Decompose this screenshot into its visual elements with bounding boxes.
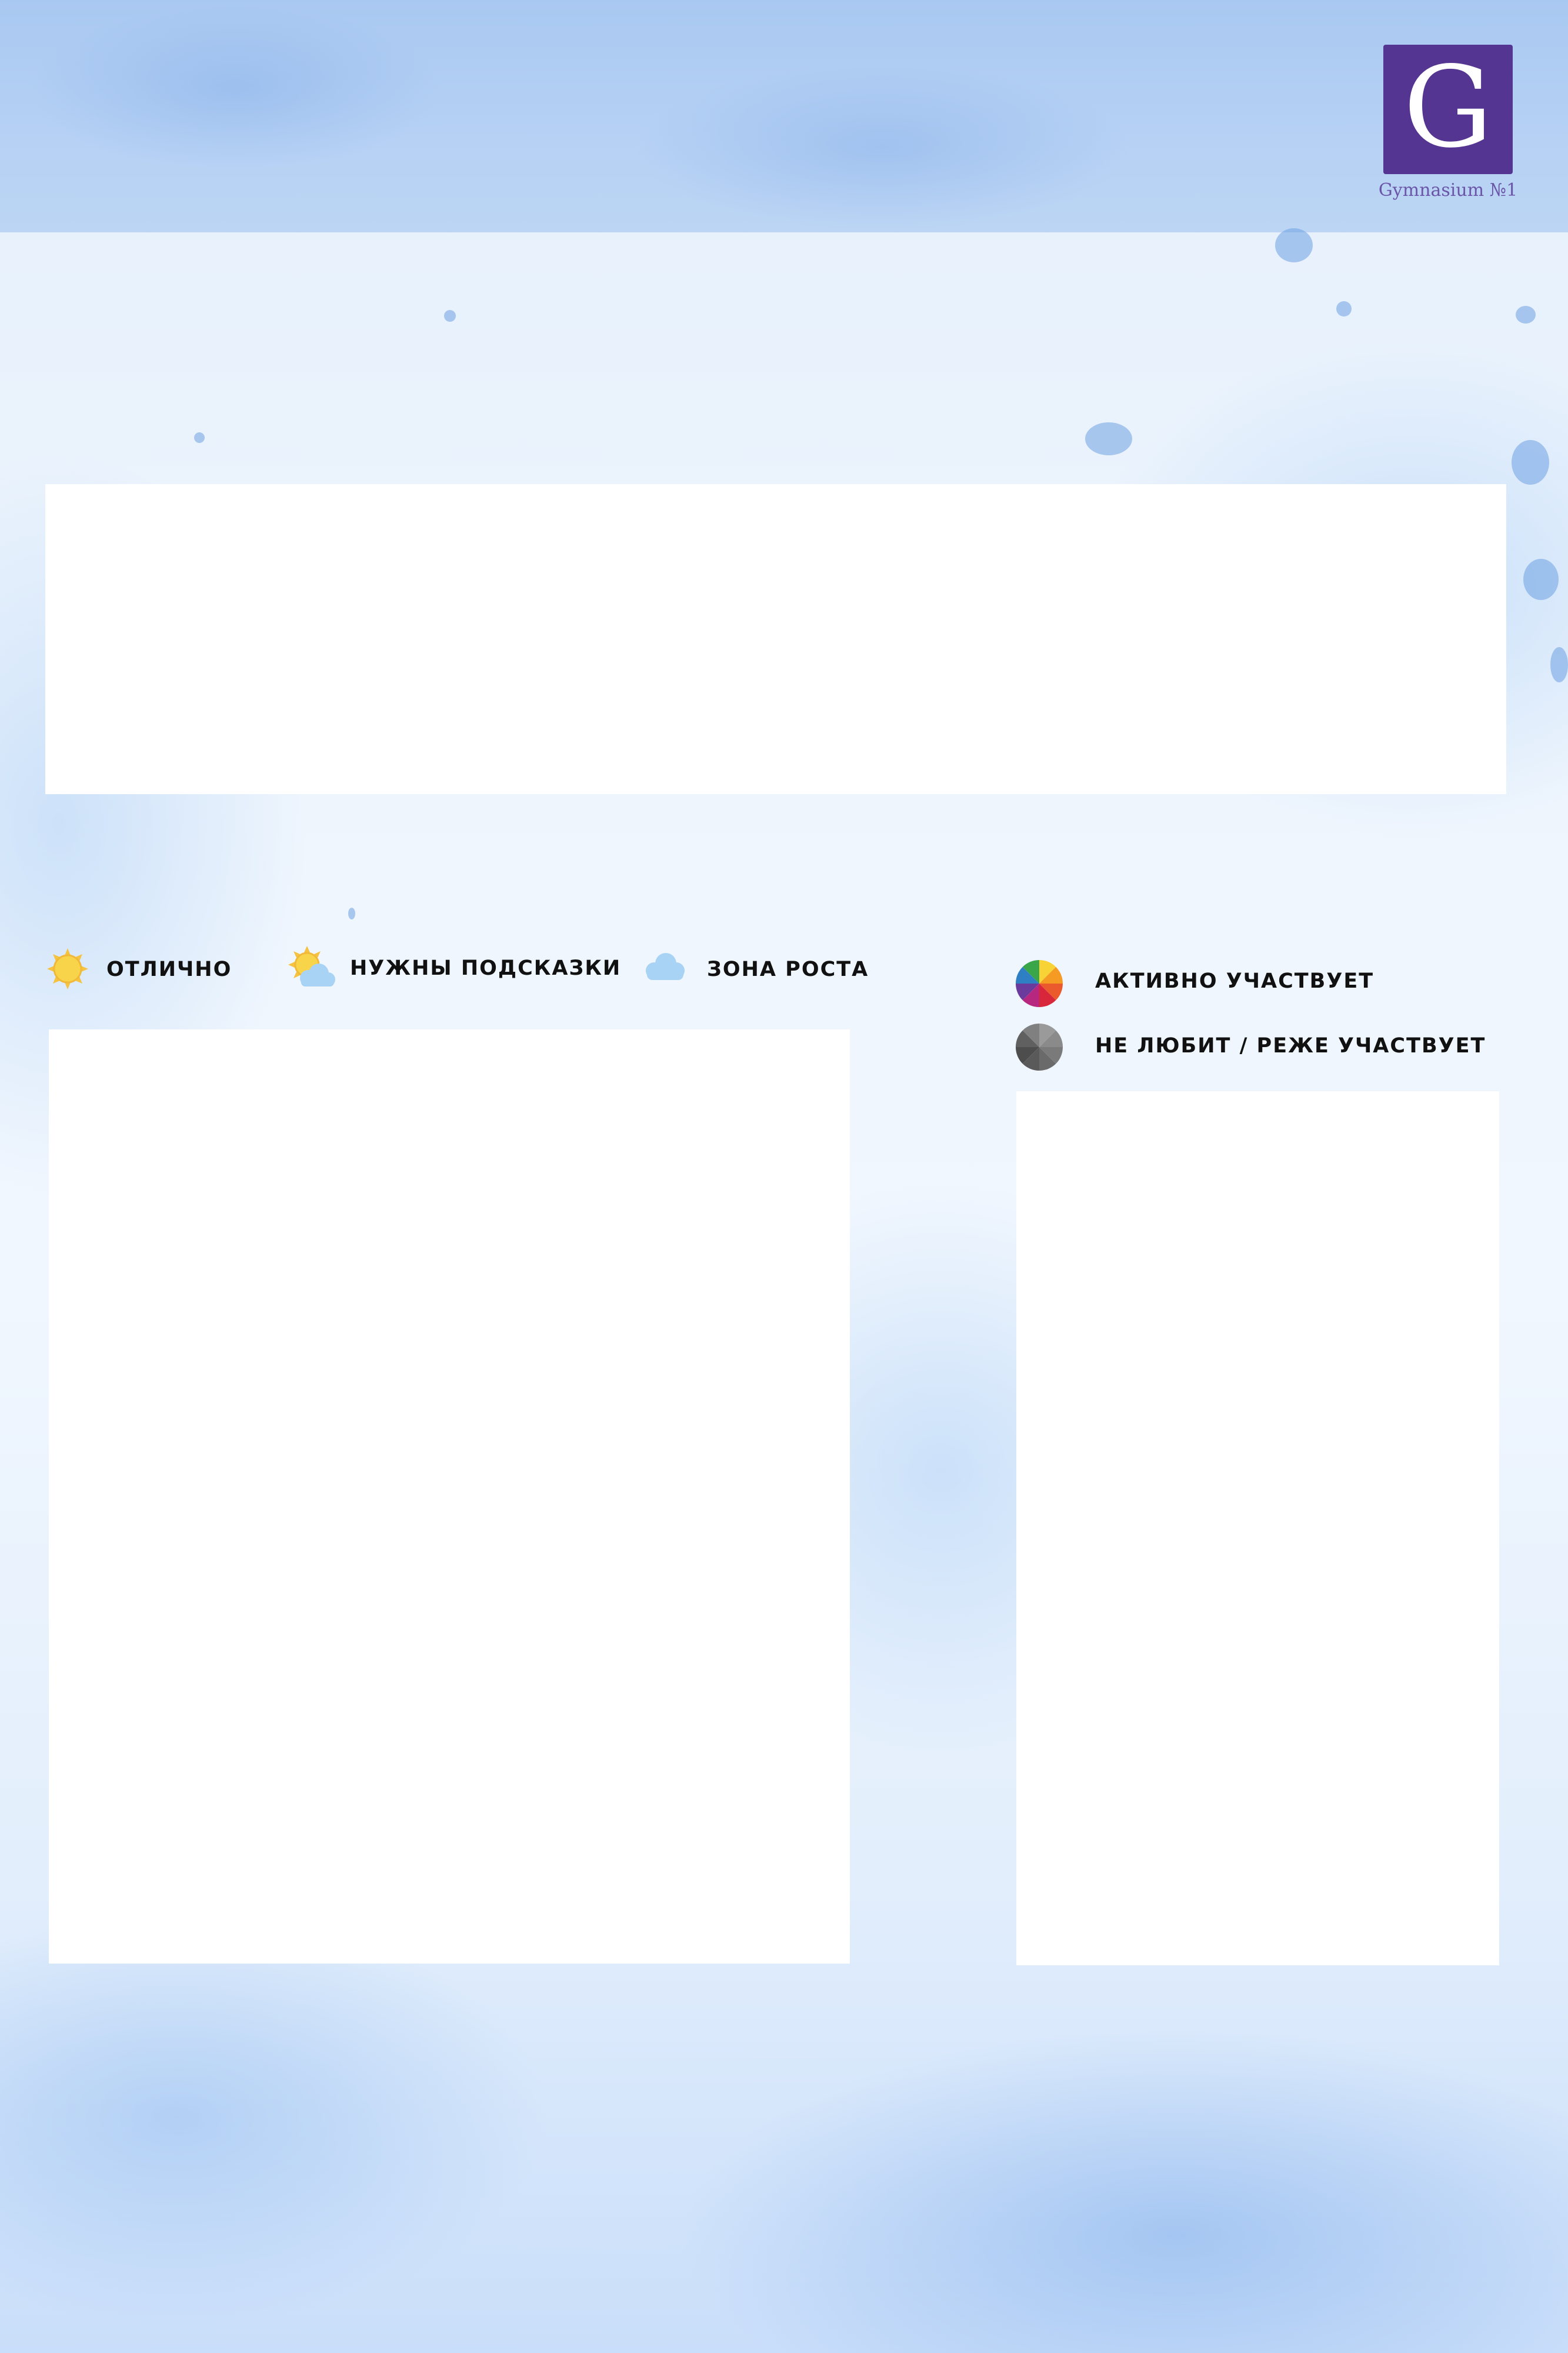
logo-letter: G bbox=[1403, 42, 1493, 172]
legend-label-excellent: ОТЛИЧНО bbox=[106, 958, 232, 981]
rating-panel bbox=[49, 1029, 850, 1964]
legend-item-passive bbox=[1015, 1022, 1064, 1072]
legend-item-excellent bbox=[47, 948, 88, 989]
paint-drop bbox=[1523, 559, 1559, 600]
header-band bbox=[0, 0, 1568, 232]
sun-icon bbox=[47, 948, 88, 989]
paint-drop bbox=[1085, 422, 1132, 455]
legend-item-hints bbox=[288, 946, 338, 992]
legend-item-active bbox=[1015, 959, 1064, 1008]
cloud-icon bbox=[646, 953, 685, 980]
color-wheel-icon bbox=[1016, 960, 1063, 1007]
participation-panel bbox=[1016, 1091, 1499, 1965]
gymnasium-logo: G bbox=[1383, 45, 1513, 174]
legend-label-hints: НУЖНЫ ПОДСКАЗКИ bbox=[350, 956, 622, 980]
paint-drop bbox=[1550, 647, 1568, 682]
legend-label-growth: ЗОНА РОСТА bbox=[707, 958, 869, 981]
paint-drop bbox=[1275, 228, 1313, 262]
paint-drop bbox=[194, 432, 205, 443]
grey-wheel-icon bbox=[1016, 1024, 1063, 1071]
legend-label-passive: НЕ ЛЮБИТ / РЕЖЕ УЧАСТВУЕТ bbox=[1095, 1034, 1486, 1058]
paint-drop bbox=[1336, 301, 1352, 316]
paint-drop bbox=[444, 310, 456, 322]
sun-behind-cloud-icon bbox=[288, 946, 335, 986]
legend-item-growth bbox=[642, 952, 687, 981]
paint-drop bbox=[348, 908, 355, 919]
logo-caption: Gymnasium №1 bbox=[1378, 180, 1518, 201]
legend-label-active: АКТИВНО УЧАСТВУЕТ bbox=[1095, 969, 1374, 993]
top-panel bbox=[45, 484, 1506, 794]
paint-drop bbox=[1516, 306, 1536, 324]
paint-drop bbox=[1512, 440, 1549, 485]
